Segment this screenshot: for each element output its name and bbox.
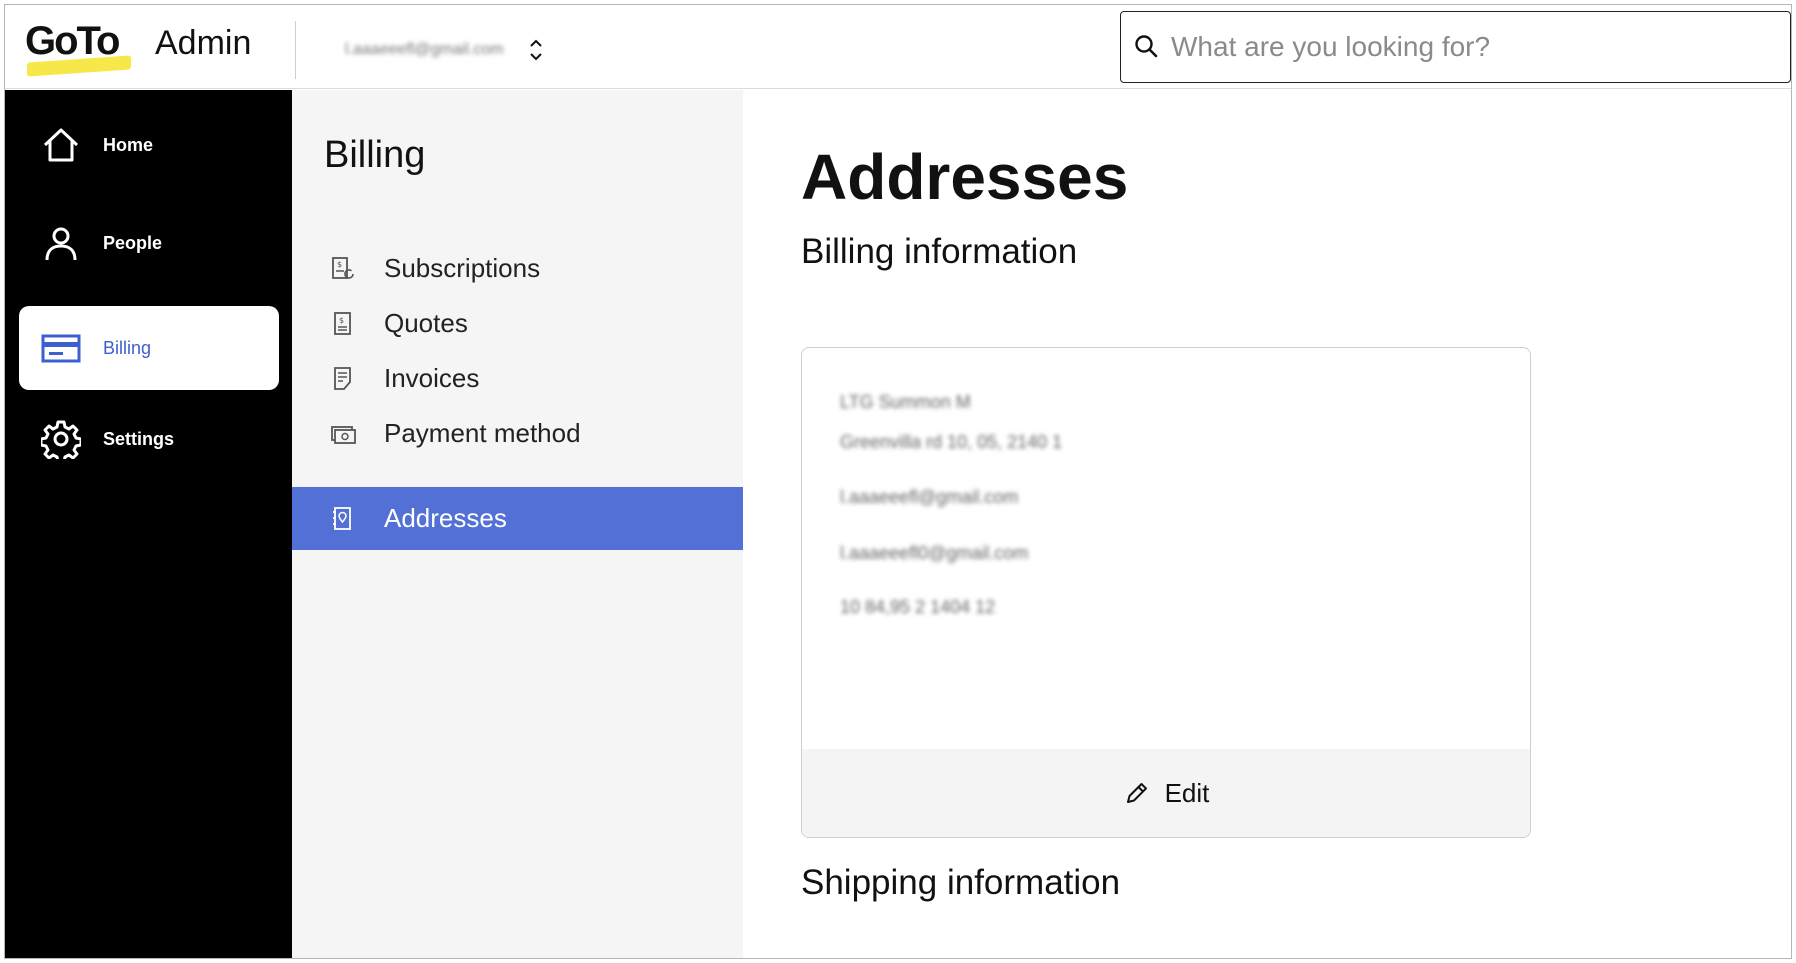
invoices-icon: [334, 366, 351, 390]
nav-item-home[interactable]: Home: [19, 103, 279, 187]
nav-item-people[interactable]: People: [19, 201, 279, 285]
billing-info-heading: Billing information: [801, 232, 1078, 271]
subnav-label-subscriptions: Subscriptions: [384, 253, 541, 283]
payment-method-icon: [331, 425, 356, 444]
account-switcher[interactable]: l.aaaeeefl@gmail.com: [345, 33, 615, 67]
top-bar: GoTo Admin l.aaaeeefl@gmail.com: [5, 5, 1791, 89]
home-icon: [43, 128, 79, 162]
search-input[interactable]: [1171, 31, 1771, 63]
billing-address-line: Greenvilla rd 10, 05, 2140 1: [840, 432, 1063, 452]
subnav-item-invoices[interactable]: Invoices: [292, 347, 743, 410]
main-content: Addresses Billing information LTG Summon…: [743, 90, 1791, 958]
subscriptions-icon: $: [332, 256, 354, 279]
nav-label-people: People: [103, 232, 163, 253]
header-divider: [295, 21, 296, 79]
search-icon: [1135, 35, 1158, 58]
chevron-up-down-icon: [529, 39, 542, 61]
page-title: Addresses: [801, 141, 1129, 213]
app-window: GoTo Admin l.aaaeeefl@gmail.com Ho: [4, 4, 1792, 959]
subnav-label-quotes: Quotes: [384, 308, 468, 338]
billing-email-line: l.aaaeeefl@gmail.com: [840, 487, 1019, 507]
subnav-item-addresses[interactable]: Addresses: [292, 487, 743, 550]
billing-company-line: LTG Summon M: [840, 392, 971, 412]
edit-billing-button[interactable]: Edit: [802, 749, 1530, 837]
shipping-info-heading: Shipping information: [801, 863, 1121, 902]
goto-logo[interactable]: GoTo: [25, 19, 133, 79]
billing-secondary-email-line: l.aaaeeefl0@gmail.com: [840, 543, 1029, 563]
subnav-item-payment-method[interactable]: Payment method: [292, 402, 743, 465]
account-name: l.aaaeeefl@gmail.com: [345, 41, 504, 58]
pencil-icon: [1126, 783, 1147, 803]
subnav-item-quotes[interactable]: $ Quotes: [292, 292, 743, 355]
primary-nav: Home People Billing Settings: [5, 90, 292, 958]
subnav-item-subscriptions[interactable]: $ Subscriptions: [292, 237, 743, 300]
nav-item-billing[interactable]: Billing: [19, 306, 279, 390]
edit-label: Edit: [1164, 777, 1210, 808]
billing-info-card: LTG Summon M Greenvilla rd 10, 05, 2140 …: [801, 347, 1531, 838]
quotes-icon: $: [334, 311, 351, 335]
svg-text:$: $: [339, 316, 344, 325]
billing-card-icon: [41, 334, 81, 363]
subnav-title: Billing: [324, 134, 426, 176]
nav-label-settings: Settings: [103, 428, 175, 449]
search-box[interactable]: [1120, 11, 1791, 83]
subnav-label-payment-method: Payment method: [384, 418, 581, 448]
nav-label-billing: Billing: [103, 337, 152, 358]
subnav-label-addresses: Addresses: [384, 503, 507, 533]
subnav-label-invoices: Invoices: [384, 363, 480, 393]
address-icon: [333, 506, 351, 530]
person-icon: [45, 227, 77, 261]
nav-label-home: Home: [103, 134, 154, 155]
svg-text:$: $: [337, 260, 342, 269]
logo-text: GoTo: [25, 19, 120, 63]
billing-subnav: Billing $ Subscriptions $ Quotes Invoice…: [292, 90, 743, 958]
billing-phone-line: 10 84,95 2 1404 12: [840, 597, 996, 617]
nav-item-settings[interactable]: Settings: [19, 397, 279, 481]
gear-icon: [41, 420, 81, 459]
product-name: Admin: [155, 24, 252, 62]
